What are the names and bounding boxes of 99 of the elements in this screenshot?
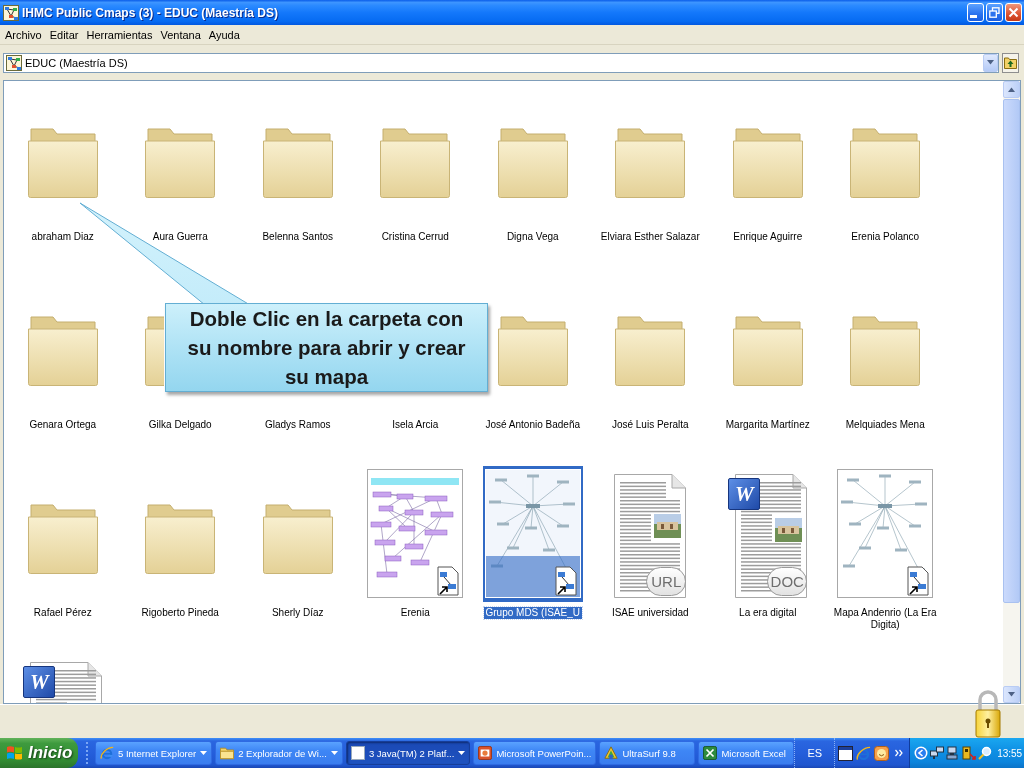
map-item[interactable]: Erenia [365, 466, 466, 619]
spreadsheet-icon [703, 746, 718, 760]
folder-icon [615, 128, 686, 198]
minimize-icon [970, 15, 977, 18]
caret-icon [987, 60, 994, 65]
language-indicator[interactable]: ES [794, 738, 835, 768]
folder-icon [732, 128, 803, 198]
folder-item[interactable]: Cristina Cerrud [379, 128, 451, 243]
network-icon[interactable] [946, 746, 961, 760]
map-shortcut-icon [907, 566, 930, 596]
up-folder-button[interactable] [1002, 52, 1019, 73]
folder-item[interactable]: Enrique Aguirre [731, 128, 805, 243]
folder-icon [850, 128, 921, 198]
taskbar-button[interactable]: Microsoft Excel [698, 741, 795, 765]
folder-item[interactable]: Gladys Ramos [262, 419, 333, 431]
close-icon [1008, 7, 1019, 18]
document-item[interactable]: W [23, 662, 103, 703]
concept-map-icon [6, 54, 22, 71]
map-item[interactable]: Grupo MDS (ISAE_U [482, 466, 583, 619]
folder-icon [145, 504, 216, 574]
folder-icon [615, 316, 686, 386]
caret-icon [458, 751, 466, 755]
document-logo: W [23, 666, 56, 698]
link-item[interactable]: URL ISAE universidad [609, 474, 691, 619]
program-icon [604, 746, 619, 760]
smiley-icon[interactable] [874, 745, 890, 761]
folder-item[interactable]: Sherly Díaz [262, 504, 333, 619]
restore-button[interactable] [986, 3, 1003, 22]
folder-item[interactable]: Erenia Polanco [849, 128, 922, 243]
folder-item[interactable]: José Luis Peralta [609, 316, 691, 431]
windows-flag-icon [6, 745, 23, 761]
down-arrow-icon [1008, 692, 1015, 697]
menu-item[interactable]: Ventana [156, 28, 205, 41]
desktop-icon[interactable] [838, 745, 854, 761]
folder-item[interactable]: Melquiades Mena [843, 316, 927, 431]
folder-item[interactable]: Digna Vega [497, 128, 568, 243]
folder-item[interactable]: Isela Arcia [390, 419, 441, 431]
map-shortcut-icon [437, 566, 460, 596]
folder-icon [145, 316, 165, 386]
taskbar-button[interactable]: 5 Internet Explorer [95, 741, 213, 765]
close-button[interactable] [1005, 3, 1022, 22]
address-field[interactable]: EDUC (Maestría DS) [3, 52, 999, 73]
folder-icon [497, 128, 568, 198]
vertical-scrollbar[interactable] [1003, 81, 1020, 703]
menu-item[interactable]: Editar [45, 28, 83, 41]
folder-icon [220, 746, 235, 760]
taskbar-button[interactable]: 3 Java(TM) 2 Platf... [345, 741, 471, 765]
folder-icon [262, 128, 333, 198]
folder-icon [497, 316, 568, 386]
folder-icon [850, 316, 921, 386]
folder-item[interactable]: Aura Guerra [145, 128, 216, 243]
taskbar-button[interactable]: UltraSurf 9.8 [599, 741, 696, 765]
taskbar-button[interactable]: 2 Explorador de Wi... [215, 741, 343, 765]
folder-icon [27, 504, 98, 574]
window-icon [350, 746, 365, 760]
network-icon[interactable] [930, 746, 945, 760]
app-tray-icon[interactable] [962, 746, 977, 760]
folder-icon [145, 128, 216, 198]
folder-icon [732, 316, 803, 386]
restore-icon [989, 7, 1000, 18]
window-title: IHMC Public Cmaps (3) - EDUC (Maestría DS) [22, 5, 279, 20]
slides-icon [478, 746, 493, 760]
map-shortcut-icon [554, 566, 577, 596]
taskbar-button[interactable]: Microsoft PowerPoin... [473, 741, 597, 765]
minimize-button[interactable] [967, 3, 984, 22]
folder-icon [27, 128, 98, 198]
folder-item[interactable]: Gilka Delgado [146, 419, 214, 431]
search-icon[interactable] [978, 746, 993, 760]
folder-icon [27, 316, 98, 386]
caret-icon [330, 751, 338, 755]
scroll-down-button[interactable] [1003, 686, 1020, 703]
folder-item[interactable]: Margarita Martínez [723, 316, 812, 431]
left-arrow-icon[interactable] [914, 746, 929, 760]
browser-icon [100, 746, 114, 760]
concept-map-icon [3, 4, 19, 21]
scroll-thumb[interactable] [1003, 99, 1020, 603]
folder-icon [262, 504, 333, 574]
folder-item[interactable]: Rigoberto Pineda [139, 504, 221, 619]
menu-item[interactable]: Ayuda [204, 28, 244, 41]
chevron-icon[interactable] [895, 749, 904, 757]
folder-item[interactable]: Belenna Santos [260, 128, 336, 243]
menu-item[interactable]: Archivo [1, 28, 46, 41]
caret-icon [200, 751, 208, 755]
up-arrow-icon [1008, 87, 1015, 92]
folder-item[interactable]: Genara Ortega [27, 316, 99, 431]
folder-icon [380, 128, 451, 198]
padlock-icon [975, 688, 1001, 738]
clock: 13:55 [997, 747, 1023, 759]
folder-item[interactable]: Rafael Pérez [27, 504, 98, 619]
folder-item[interactable]: Elviara Esther Salazar [598, 128, 702, 243]
folder-item[interactable]: abraham Diaz [27, 128, 98, 243]
document-item[interactable]: W DOC La era digital [728, 474, 808, 619]
dropdown-button[interactable] [983, 53, 998, 72]
menu-item[interactable]: Herramientas [82, 28, 157, 41]
scroll-up-button[interactable] [1003, 81, 1020, 98]
document-logo: W [728, 478, 761, 510]
up-folder-icon [1004, 56, 1017, 69]
map-item[interactable]: Mapa Andenrio (La Era Digita) [829, 466, 942, 631]
start-button[interactable]: Inicio [0, 738, 78, 768]
